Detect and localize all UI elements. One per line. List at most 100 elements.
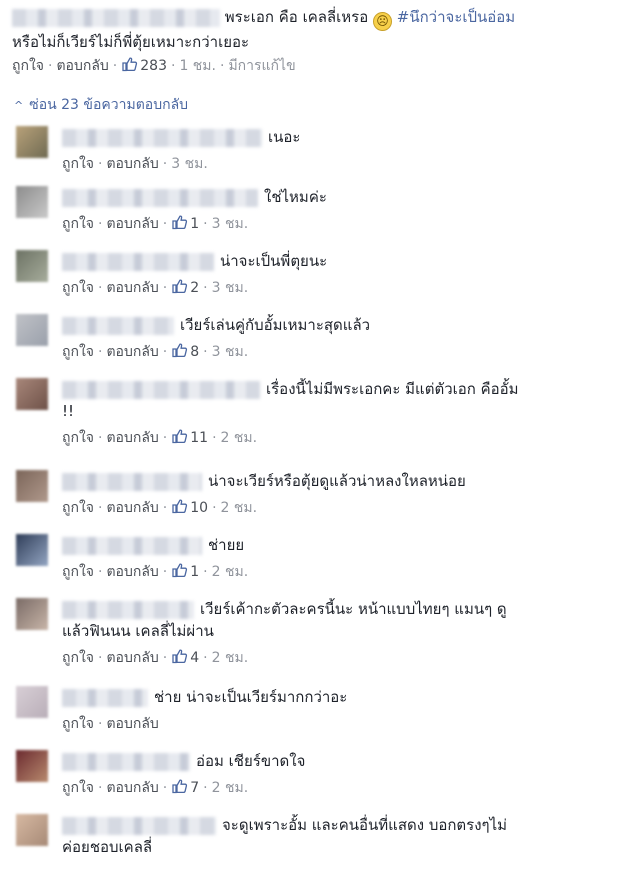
timestamp[interactable]: 3 ชม. — [212, 344, 249, 360]
blurred-commenter-name[interactable] — [62, 752, 190, 771]
avatar[interactable] — [16, 378, 48, 410]
blurred-commenter-name[interactable] — [62, 816, 216, 835]
like-link[interactable]: ถูกใจ — [62, 344, 94, 360]
timestamp[interactable]: 3 ชม. — [212, 280, 249, 296]
avatar[interactable] — [16, 598, 48, 630]
reply-text-line1: ใช่ไหมค่ะ — [264, 188, 327, 206]
reply-meta: ถูกใจ · ตอบกลับ — [62, 716, 159, 732]
sad-face-emoji-icon: ☹ — [373, 12, 392, 31]
like-count-button[interactable]: 2 — [171, 279, 199, 296]
edited-label[interactable]: มีการแก้ไข — [228, 58, 295, 74]
blurred-commenter-name[interactable] — [62, 688, 148, 707]
like-link[interactable]: ถูกใจ — [62, 716, 94, 732]
timestamp[interactable]: 2 ชม. — [212, 780, 249, 796]
blurred-commenter-name[interactable] — [62, 128, 262, 147]
comment-text: พระเอก คือ เคลลี่เหรอ ☹ #นึกว่าจะเป็นอ่อ… — [12, 6, 622, 53]
like-link[interactable]: ถูกใจ — [62, 430, 94, 446]
like-count: 11 — [190, 430, 209, 446]
avatar[interactable] — [16, 470, 48, 502]
thumbs-up-icon — [172, 499, 188, 514]
avatar[interactable] — [16, 534, 48, 566]
like-link[interactable]: ถูกใจ — [62, 564, 94, 580]
like-link[interactable]: ถูกใจ — [62, 500, 94, 516]
hide-replies-link[interactable]: ^ ซ่อน 23 ข้อความตอบกลับ — [14, 95, 188, 116]
timestamp[interactable]: 2 ชม. — [212, 564, 249, 580]
reply-link[interactable]: ตอบกลับ — [106, 156, 158, 172]
reply-link[interactable]: ตอบกลับ — [106, 500, 158, 516]
like-count: 10 — [190, 500, 209, 516]
reply-link[interactable]: ตอบกลับ — [56, 58, 108, 74]
blurred-commenter-name[interactable] — [62, 188, 258, 207]
thumbs-up-icon — [172, 563, 188, 578]
like-count: 1 — [190, 216, 200, 232]
timestamp[interactable]: 2 ชม. — [221, 430, 258, 446]
avatar[interactable] — [16, 314, 48, 346]
like-link[interactable]: ถูกใจ — [12, 58, 44, 74]
like-count-button[interactable]: 11 — [171, 429, 209, 446]
reply-text: อ่อม เชียร์ขาดใจ — [62, 750, 612, 772]
blurred-commenter-name[interactable] — [62, 316, 174, 335]
blurred-commenter-name[interactable] — [12, 8, 220, 27]
hashtag-link[interactable]: #นึกว่าจะเป็นอ่อม — [397, 8, 515, 26]
reply-text-line2: แล้วฟินนน เคลลี่ไม่ผ่าน — [62, 622, 214, 640]
reply-link[interactable]: ตอบกลับ — [106, 650, 158, 666]
like-count-button[interactable]: 7 — [171, 779, 200, 796]
thumbs-up-icon — [172, 215, 188, 230]
reply-text-line1: จะดูเพราะอั้ม และคนอื่นที่แสดง บอกตรงๆไม… — [222, 816, 508, 834]
reply-text-line1: น่าจะเป็นพี่ตุยนะ — [220, 252, 328, 270]
avatar[interactable] — [16, 250, 48, 282]
top-comment: พระเอก คือ เคลลี่เหรอ ☹ #นึกว่าจะเป็นอ่อ… — [12, 6, 622, 77]
timestamp[interactable]: 2 ชม. — [212, 650, 249, 666]
like-count: 7 — [190, 780, 200, 796]
like-count-button[interactable]: 10 — [171, 499, 209, 516]
reply-text: เวียร์เล่นคู่กับอั้มเหมาะสุดแล้ว — [62, 314, 612, 336]
reply-link[interactable]: ตอบกลับ — [106, 216, 158, 232]
reply-link[interactable]: ตอบกลับ — [106, 430, 158, 446]
reply-text-line1: เวียร์เค้ากะตัวละครนี้นะ หน้าแบบไทยๆ แมน… — [200, 600, 507, 618]
blurred-commenter-name[interactable] — [62, 600, 194, 619]
like-link[interactable]: ถูกใจ — [62, 780, 94, 796]
like-count-button[interactable]: 1 — [171, 563, 200, 580]
reply-meta: ถูกใจ · ตอบกลับ · 8 · 3 ชม. — [62, 343, 249, 360]
comment-text-line2: หรือไม่ก็เวียร์ไม่ก็พี่ตุ้ยเหมาะกว่าเยอะ — [12, 33, 250, 51]
blurred-commenter-name[interactable] — [62, 252, 214, 271]
reply-link[interactable]: ตอบกลับ — [106, 280, 158, 296]
like-link[interactable]: ถูกใจ — [62, 216, 94, 232]
avatar[interactable] — [16, 750, 48, 782]
reply-meta: ถูกใจ · ตอบกลับ · 7 · 2 ชม. — [62, 779, 249, 796]
reply-link[interactable]: ตอบกลับ — [106, 716, 158, 732]
timestamp[interactable]: 1 ชม. — [179, 58, 216, 74]
thumbs-up-icon — [172, 279, 188, 294]
reply-link[interactable]: ตอบกลับ — [106, 780, 158, 796]
reply-meta: ถูกใจ · ตอบกลับ · 1 · 3 ชม. — [62, 215, 249, 232]
reply-text-line1: เรื่องนี้ไม่มีพระเอกคะ มีแต่ตัวเอก คืออั… — [266, 380, 519, 398]
like-count: 1 — [190, 564, 200, 580]
avatar[interactable] — [16, 814, 48, 846]
timestamp[interactable]: 3 ชม. — [171, 156, 208, 172]
like-count-button[interactable]: 1 — [171, 215, 200, 232]
like-link[interactable]: ถูกใจ — [62, 280, 94, 296]
like-link[interactable]: ถูกใจ — [62, 156, 94, 172]
like-count: 4 — [190, 650, 200, 666]
hide-replies-label: ซ่อน 23 ข้อความตอบกลับ — [29, 97, 189, 113]
thumbs-up-icon — [172, 429, 188, 444]
reply-meta: ถูกใจ · ตอบกลับ · 1 · 2 ชม. — [62, 563, 249, 580]
timestamp[interactable]: 2 ชม. — [221, 500, 258, 516]
avatar[interactable] — [16, 186, 48, 218]
like-count-button[interactable]: 8 — [171, 343, 199, 360]
thumbs-up-icon — [172, 343, 188, 358]
like-count-button[interactable]: 4 — [171, 649, 200, 666]
reply-link[interactable]: ตอบกลับ — [106, 564, 158, 580]
blurred-commenter-name[interactable] — [62, 472, 202, 491]
avatar[interactable] — [16, 126, 48, 158]
like-count-button[interactable]: 283 — [121, 57, 167, 74]
blurred-commenter-name[interactable] — [62, 380, 260, 399]
avatar[interactable] — [16, 686, 48, 718]
timestamp[interactable]: 3 ชม. — [212, 216, 249, 232]
reply-text: เรื่องนี้ไม่มีพระเอกคะ มีแต่ตัวเอก คืออั… — [62, 378, 612, 422]
reply-link[interactable]: ตอบกลับ — [106, 344, 158, 360]
caret-up-icon: ^ — [14, 99, 24, 112]
reply-meta: ถูกใจ · ตอบกลับ · 10 · 2 ชม. — [62, 499, 258, 516]
blurred-commenter-name[interactable] — [62, 536, 202, 555]
like-link[interactable]: ถูกใจ — [62, 650, 94, 666]
